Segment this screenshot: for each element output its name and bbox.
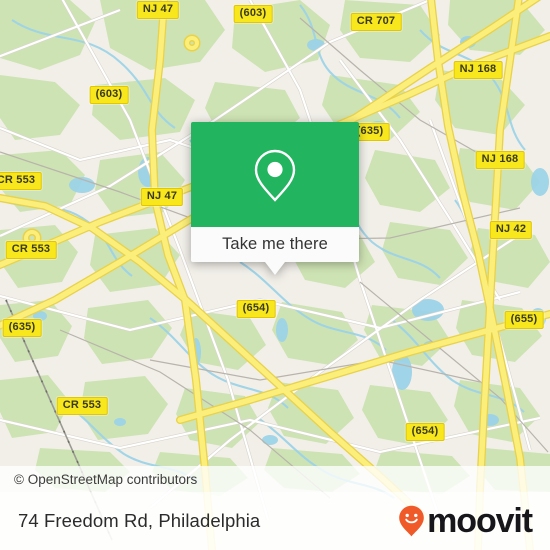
address-label: 74 Freedom Rd, Philadelphia [18,510,261,531]
road-shield: (603) [89,86,129,104]
road-shield: NJ 168 [475,151,525,169]
road-shield: NJ 47 [136,1,180,19]
road-shield: NJ 168 [453,61,503,79]
road-shield: CR 553 [0,172,42,190]
road-shield: (655) [504,311,544,329]
road-shield: (635) [2,319,42,337]
road-shield: NJ 42 [489,221,533,239]
moovit-wordmark: moovit [427,502,533,540]
road-shield: CR 707 [350,13,402,31]
road-shield: CR 553 [5,241,57,259]
take-me-there-label: Take me there [222,235,328,253]
map-pin-icon [254,149,296,202]
road-shield: (654) [405,423,445,441]
map-screen: NJ 47 (603) CR 707 NJ 168 (603) (635) NJ 168 CR… [0,0,550,550]
road-shield: NJ 47 [140,188,184,206]
map-attribution: © OpenStreetMap contributors [0,466,550,492]
moovit-pin-logo-icon [399,505,424,537]
footer-bar: 74 Freedom Rd, Philadelphia moovit [0,492,550,550]
road-shield: (654) [236,300,276,318]
take-me-there-button[interactable]: Take me there [191,227,359,262]
popup-icon-panel [191,122,359,227]
popup-pointer-tail [265,262,285,275]
destination-popup-card[interactable]: Take me there [191,122,359,275]
attribution-text: © OpenStreetMap contributors [14,471,198,487]
road-shield: (603) [233,5,273,23]
moovit-logo[interactable]: moovit [398,502,533,540]
road-shield: CR 553 [56,397,108,415]
